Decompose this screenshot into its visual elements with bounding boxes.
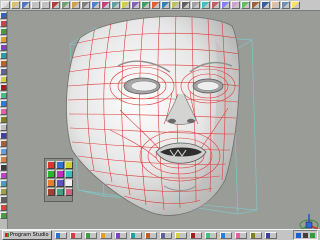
copy-icon[interactable] [61, 1, 70, 9]
sculpt-tool-icon[interactable] [0, 116, 7, 123]
pencil-icon[interactable] [56, 161, 64, 169]
floating-tool-palette [44, 158, 73, 202]
redo-icon[interactable] [41, 1, 50, 9]
stamp-icon[interactable] [47, 179, 55, 187]
knife-icon[interactable] [261, 1, 270, 9]
bevel-tool-icon[interactable] [0, 84, 7, 91]
render-icon[interactable] [151, 1, 160, 9]
color-icon[interactable] [65, 188, 73, 196]
eraser-icon[interactable] [56, 170, 64, 178]
task-app-8-icon[interactable] [159, 231, 172, 239]
smooth-icon[interactable] [251, 1, 260, 9]
hide-tool-icon[interactable] [0, 188, 7, 195]
move-icon[interactable] [91, 1, 100, 9]
mirror-tool-icon[interactable] [0, 212, 7, 219]
vertex-mode-icon[interactable] [0, 44, 7, 51]
camera-tool-icon[interactable] [0, 140, 7, 147]
burn-icon[interactable] [56, 188, 64, 196]
cut-icon[interactable] [51, 1, 60, 9]
object-mode-icon[interactable] [0, 68, 7, 75]
taskbar: Program Studio [0, 229, 320, 240]
brush-icon[interactable] [47, 161, 55, 169]
face-mode-icon[interactable] [0, 60, 7, 67]
bevel-icon[interactable] [241, 1, 250, 9]
weld-icon[interactable] [221, 1, 230, 9]
camera-icon[interactable] [181, 1, 190, 9]
select-tool-icon[interactable] [0, 12, 7, 19]
task-app-15-icon[interactable] [264, 231, 277, 239]
lock-tool-icon[interactable] [0, 196, 7, 203]
task-app-2-icon[interactable] [69, 231, 82, 239]
weld-tool-icon[interactable] [0, 100, 7, 107]
select-icon[interactable] [81, 1, 90, 9]
rotate-tool-icon[interactable] [0, 28, 7, 35]
task-app-13-icon[interactable] [234, 231, 247, 239]
volume-icon[interactable] [303, 232, 308, 238]
dodge-icon[interactable] [47, 188, 55, 196]
smooth-tool-icon[interactable] [0, 108, 7, 115]
fill-icon[interactable] [47, 170, 55, 178]
task-app-5-icon[interactable] [114, 231, 127, 239]
taskbar-items [54, 231, 277, 239]
network-icon[interactable] [296, 232, 301, 238]
start-button[interactable]: Program Studio [2, 230, 52, 240]
file-icon[interactable] [1, 1, 10, 9]
task-app-9-icon[interactable] [174, 231, 187, 239]
material-icon[interactable] [161, 1, 170, 9]
uv-icon[interactable] [281, 1, 290, 9]
texture-tool-icon[interactable] [0, 132, 7, 139]
grid-icon[interactable] [191, 1, 200, 9]
task-app-12-icon[interactable] [219, 231, 232, 239]
help-icon[interactable] [291, 1, 300, 9]
task-app-14-icon[interactable] [249, 231, 262, 239]
pan-icon[interactable] [131, 1, 140, 9]
paint-icon[interactable] [271, 1, 280, 9]
top-toolbar [0, 0, 320, 11]
open-icon[interactable] [11, 1, 20, 9]
cut-tool-icon[interactable] [0, 92, 7, 99]
extrude-icon[interactable] [231, 1, 240, 9]
task-app-3-icon[interactable] [84, 231, 97, 239]
layer-tool-icon[interactable] [0, 172, 7, 179]
windows-logo-icon [5, 233, 9, 237]
task-app-6-icon[interactable] [129, 231, 142, 239]
undo-icon[interactable] [31, 1, 40, 9]
snap-icon[interactable] [201, 1, 210, 9]
task-app-10-icon[interactable] [189, 231, 202, 239]
smudge-icon[interactable] [65, 170, 73, 178]
scale-icon[interactable] [111, 1, 120, 9]
blur-icon[interactable] [56, 179, 64, 187]
paint-tool-icon[interactable] [0, 124, 7, 131]
render-tool-icon[interactable] [0, 164, 7, 171]
clock-icon[interactable] [310, 232, 315, 238]
zoom-icon[interactable] [121, 1, 130, 9]
group-tool-icon[interactable] [0, 180, 7, 187]
material-tool-icon[interactable] [0, 156, 7, 163]
snap-tool-icon[interactable] [0, 204, 7, 211]
save-icon[interactable] [21, 1, 30, 9]
extrude-tool-icon[interactable] [0, 76, 7, 83]
edge-mode-icon[interactable] [0, 52, 7, 59]
rotate-icon[interactable] [101, 1, 110, 9]
light-icon[interactable] [171, 1, 180, 9]
left-tool-column [0, 11, 8, 229]
task-app-7-icon[interactable] [144, 231, 157, 239]
task-app-11-icon[interactable] [204, 231, 217, 239]
light-tool-icon[interactable] [0, 148, 7, 155]
sharpen-icon[interactable] [65, 179, 73, 187]
move-tool-icon[interactable] [0, 20, 7, 27]
orbit-icon[interactable] [141, 1, 150, 9]
start-button-label: Program Studio [10, 232, 49, 238]
task-app-4-icon[interactable] [99, 231, 112, 239]
head-mesh [66, 16, 240, 216]
system-tray [293, 230, 318, 240]
task-app-1-icon[interactable] [54, 231, 67, 239]
spray-icon[interactable] [65, 161, 73, 169]
mirror-icon[interactable] [211, 1, 220, 9]
modeling-app-window: Program Studio [0, 0, 320, 240]
scale-tool-icon[interactable] [0, 36, 7, 43]
paste-icon[interactable] [71, 1, 80, 9]
